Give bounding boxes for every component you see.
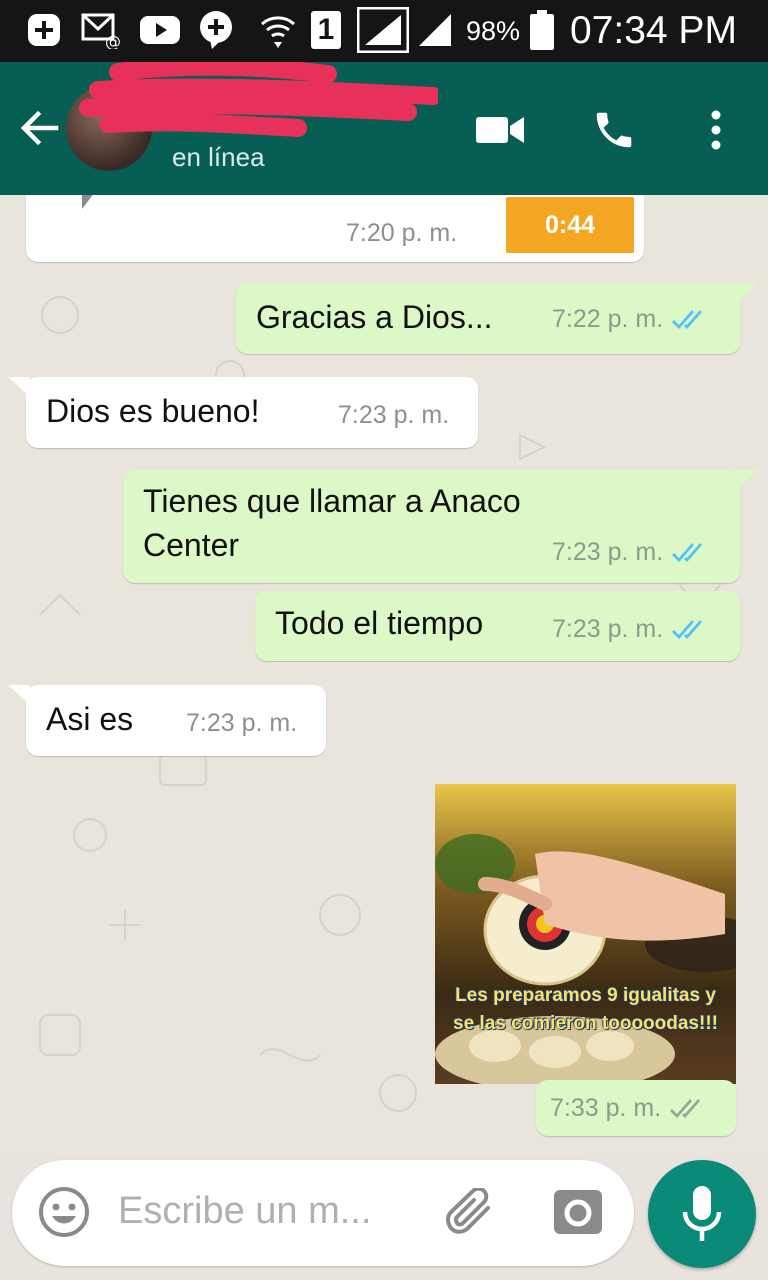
- attach-icon[interactable]: [444, 1186, 500, 1243]
- back-arrow-icon[interactable]: [18, 106, 62, 150]
- image-message[interactable]: Les preparamos 9 igualitas y se las comi…: [435, 784, 736, 1084]
- image-caption-line-1: Les preparamos 9 igualitas y: [455, 985, 716, 1006]
- bubble-tail: [736, 470, 758, 490]
- food-photo: [435, 784, 736, 1084]
- battery-percent: 98%: [466, 15, 521, 46]
- chat-area[interactable]: 7:20 p. m. 0:44 Gracias a Dios... 7:22 p…: [0, 195, 768, 1155]
- emoji-icon[interactable]: [38, 1186, 90, 1243]
- incoming-message[interactable]: Dios es bueno! 7:23 p. m.: [8, 377, 478, 448]
- svg-text:@: @: [105, 32, 121, 49]
- wifi-icon: [258, 10, 298, 50]
- audio-message[interactable]: 7:20 p. m. 0:44: [26, 195, 644, 262]
- message-text: Asi es: [46, 701, 134, 737]
- message-text-line-1: Tienes que llamar a Anaco: [143, 483, 521, 519]
- double-check-icon: [670, 1098, 701, 1118]
- battery-icon: [527, 10, 557, 50]
- contact-status: en línea: [172, 142, 265, 172]
- message-meta: 7:22 p. m.: [552, 305, 709, 334]
- incoming-message[interactable]: Asi es 7:23 p. m.: [8, 685, 326, 756]
- video-call-icon[interactable]: [472, 102, 528, 158]
- signal-icon: [356, 7, 410, 53]
- outgoing-message[interactable]: Todo el tiempo 7:23 p. m.: [255, 591, 740, 661]
- message-input[interactable]: Escribe un m...: [118, 1190, 371, 1233]
- message-time: 7:23 p. m.: [186, 709, 298, 737]
- signal-icon: [414, 10, 456, 50]
- message-composer: Escribe un m...: [12, 1160, 634, 1266]
- play-icon[interactable]: [78, 195, 112, 211]
- youtube-icon: [138, 10, 182, 50]
- double-check-icon: [672, 619, 703, 639]
- outgoing-message[interactable]: Gracias a Dios... 7:22 p. m.: [236, 283, 758, 354]
- message-time: 7:23 p. m.: [552, 538, 664, 566]
- double-check-icon: [672, 309, 703, 329]
- message-meta: 7:23 p. m.: [552, 615, 709, 644]
- phone-icon[interactable]: [586, 102, 642, 158]
- sim-slot-badge: 1: [310, 10, 342, 50]
- bubble-tail: [736, 283, 758, 303]
- bubble-tail: [8, 377, 30, 397]
- message-meta: 7:33 p. m.: [550, 1094, 707, 1123]
- status-bar: @ 1 98% 07:34 PM: [0, 0, 768, 62]
- plus-circle-icon: [24, 10, 64, 50]
- chat-plus-icon: [196, 10, 236, 50]
- message-time: 7:33 p. m.: [550, 1094, 662, 1122]
- image-meta-bubble: 7:33 p. m.: [536, 1080, 736, 1136]
- outgoing-message[interactable]: Tienes que llamar a Anaco Center 7:23 p.…: [123, 470, 758, 583]
- message-text: Gracias a Dios...: [256, 299, 493, 335]
- email-icon: @: [80, 10, 124, 50]
- redaction-scribble: [78, 57, 442, 137]
- audio-duration-badge: 0:44: [506, 197, 634, 253]
- message-time: 7:20 p. m.: [346, 219, 458, 247]
- message-text: Todo el tiempo: [275, 605, 484, 641]
- message-meta: 7:23 p. m.: [552, 538, 709, 567]
- image-caption-line-2: se las comieron tooooodas!!!: [453, 1013, 718, 1034]
- message-time: 7:23 p. m.: [552, 615, 664, 643]
- message-time: 7:22 p. m.: [552, 305, 664, 333]
- double-check-icon: [672, 542, 703, 562]
- bubble-tail: [8, 685, 30, 705]
- mic-button[interactable]: [648, 1160, 756, 1268]
- clock: 07:34 PM: [570, 9, 737, 52]
- message-text-line-2: Center: [143, 527, 240, 563]
- mic-icon: [682, 1186, 722, 1241]
- image-caption: Les preparamos 9 igualitas y se las comi…: [435, 982, 736, 1038]
- message-text: Dios es bueno!: [46, 393, 260, 429]
- more-vert-icon[interactable]: [688, 102, 744, 158]
- message-time: 7:23 p. m.: [338, 401, 450, 429]
- camera-icon[interactable]: [552, 1188, 604, 1241]
- chat-header: Da en línea: [0, 57, 768, 195]
